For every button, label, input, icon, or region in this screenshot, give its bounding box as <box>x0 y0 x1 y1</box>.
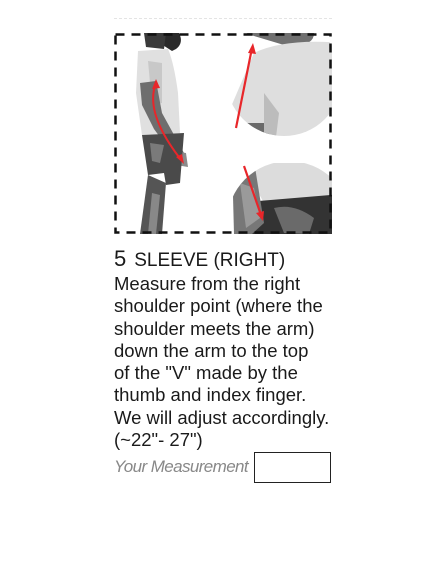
instruction-line: down the arm to the top <box>114 339 309 361</box>
instruction-line: (~22"- 27") <box>114 429 203 451</box>
sleeve-measurement-illustration <box>114 33 332 234</box>
person-figure <box>136 33 188 234</box>
shoulder-closeup <box>226 33 332 136</box>
step-number: 5 <box>114 246 127 271</box>
hand-closeup <box>227 161 332 234</box>
faint-divider <box>114 18 332 20</box>
measurement-input[interactable] <box>254 452 331 483</box>
instructions: Measure from the right shoulder point (w… <box>114 273 354 451</box>
instruction-line: shoulder meets the arm) <box>114 317 315 339</box>
step-heading: 5 SLEEVE (RIGHT) <box>114 247 285 273</box>
step-title: SLEEVE (RIGHT) <box>134 250 286 271</box>
instruction-line: We will adjust accordingly. <box>114 406 330 428</box>
instruction-line: of the "V" made by the <box>114 362 298 384</box>
instruction-line: thumb and index finger. <box>114 384 307 406</box>
instruction-line: Measure from the right <box>114 273 301 294</box>
instruction-line: shoulder point (where the <box>114 295 323 317</box>
measurement-label: Your Measurement <box>114 457 249 476</box>
